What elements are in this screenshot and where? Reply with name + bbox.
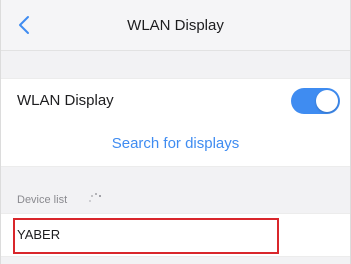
wlan-display-screen: WLAN Display WLAN Display Search for dis… (0, 0, 351, 264)
wlan-display-toggle[interactable] (291, 88, 340, 114)
page-title: WLAN Display (127, 17, 224, 34)
search-for-displays-button[interactable]: Search for displays (1, 135, 350, 152)
search-displays-row[interactable]: Search for displays (1, 122, 350, 167)
wlan-display-label: WLAN Display (17, 92, 114, 109)
navigation-bar: WLAN Display (1, 0, 350, 51)
wlan-display-row: WLAN Display (1, 78, 350, 124)
device-list-header: Device list (17, 194, 68, 206)
toggle-knob (316, 90, 338, 112)
highlight-annotation-box (13, 218, 279, 254)
loading-spinner-icon (89, 193, 101, 202)
